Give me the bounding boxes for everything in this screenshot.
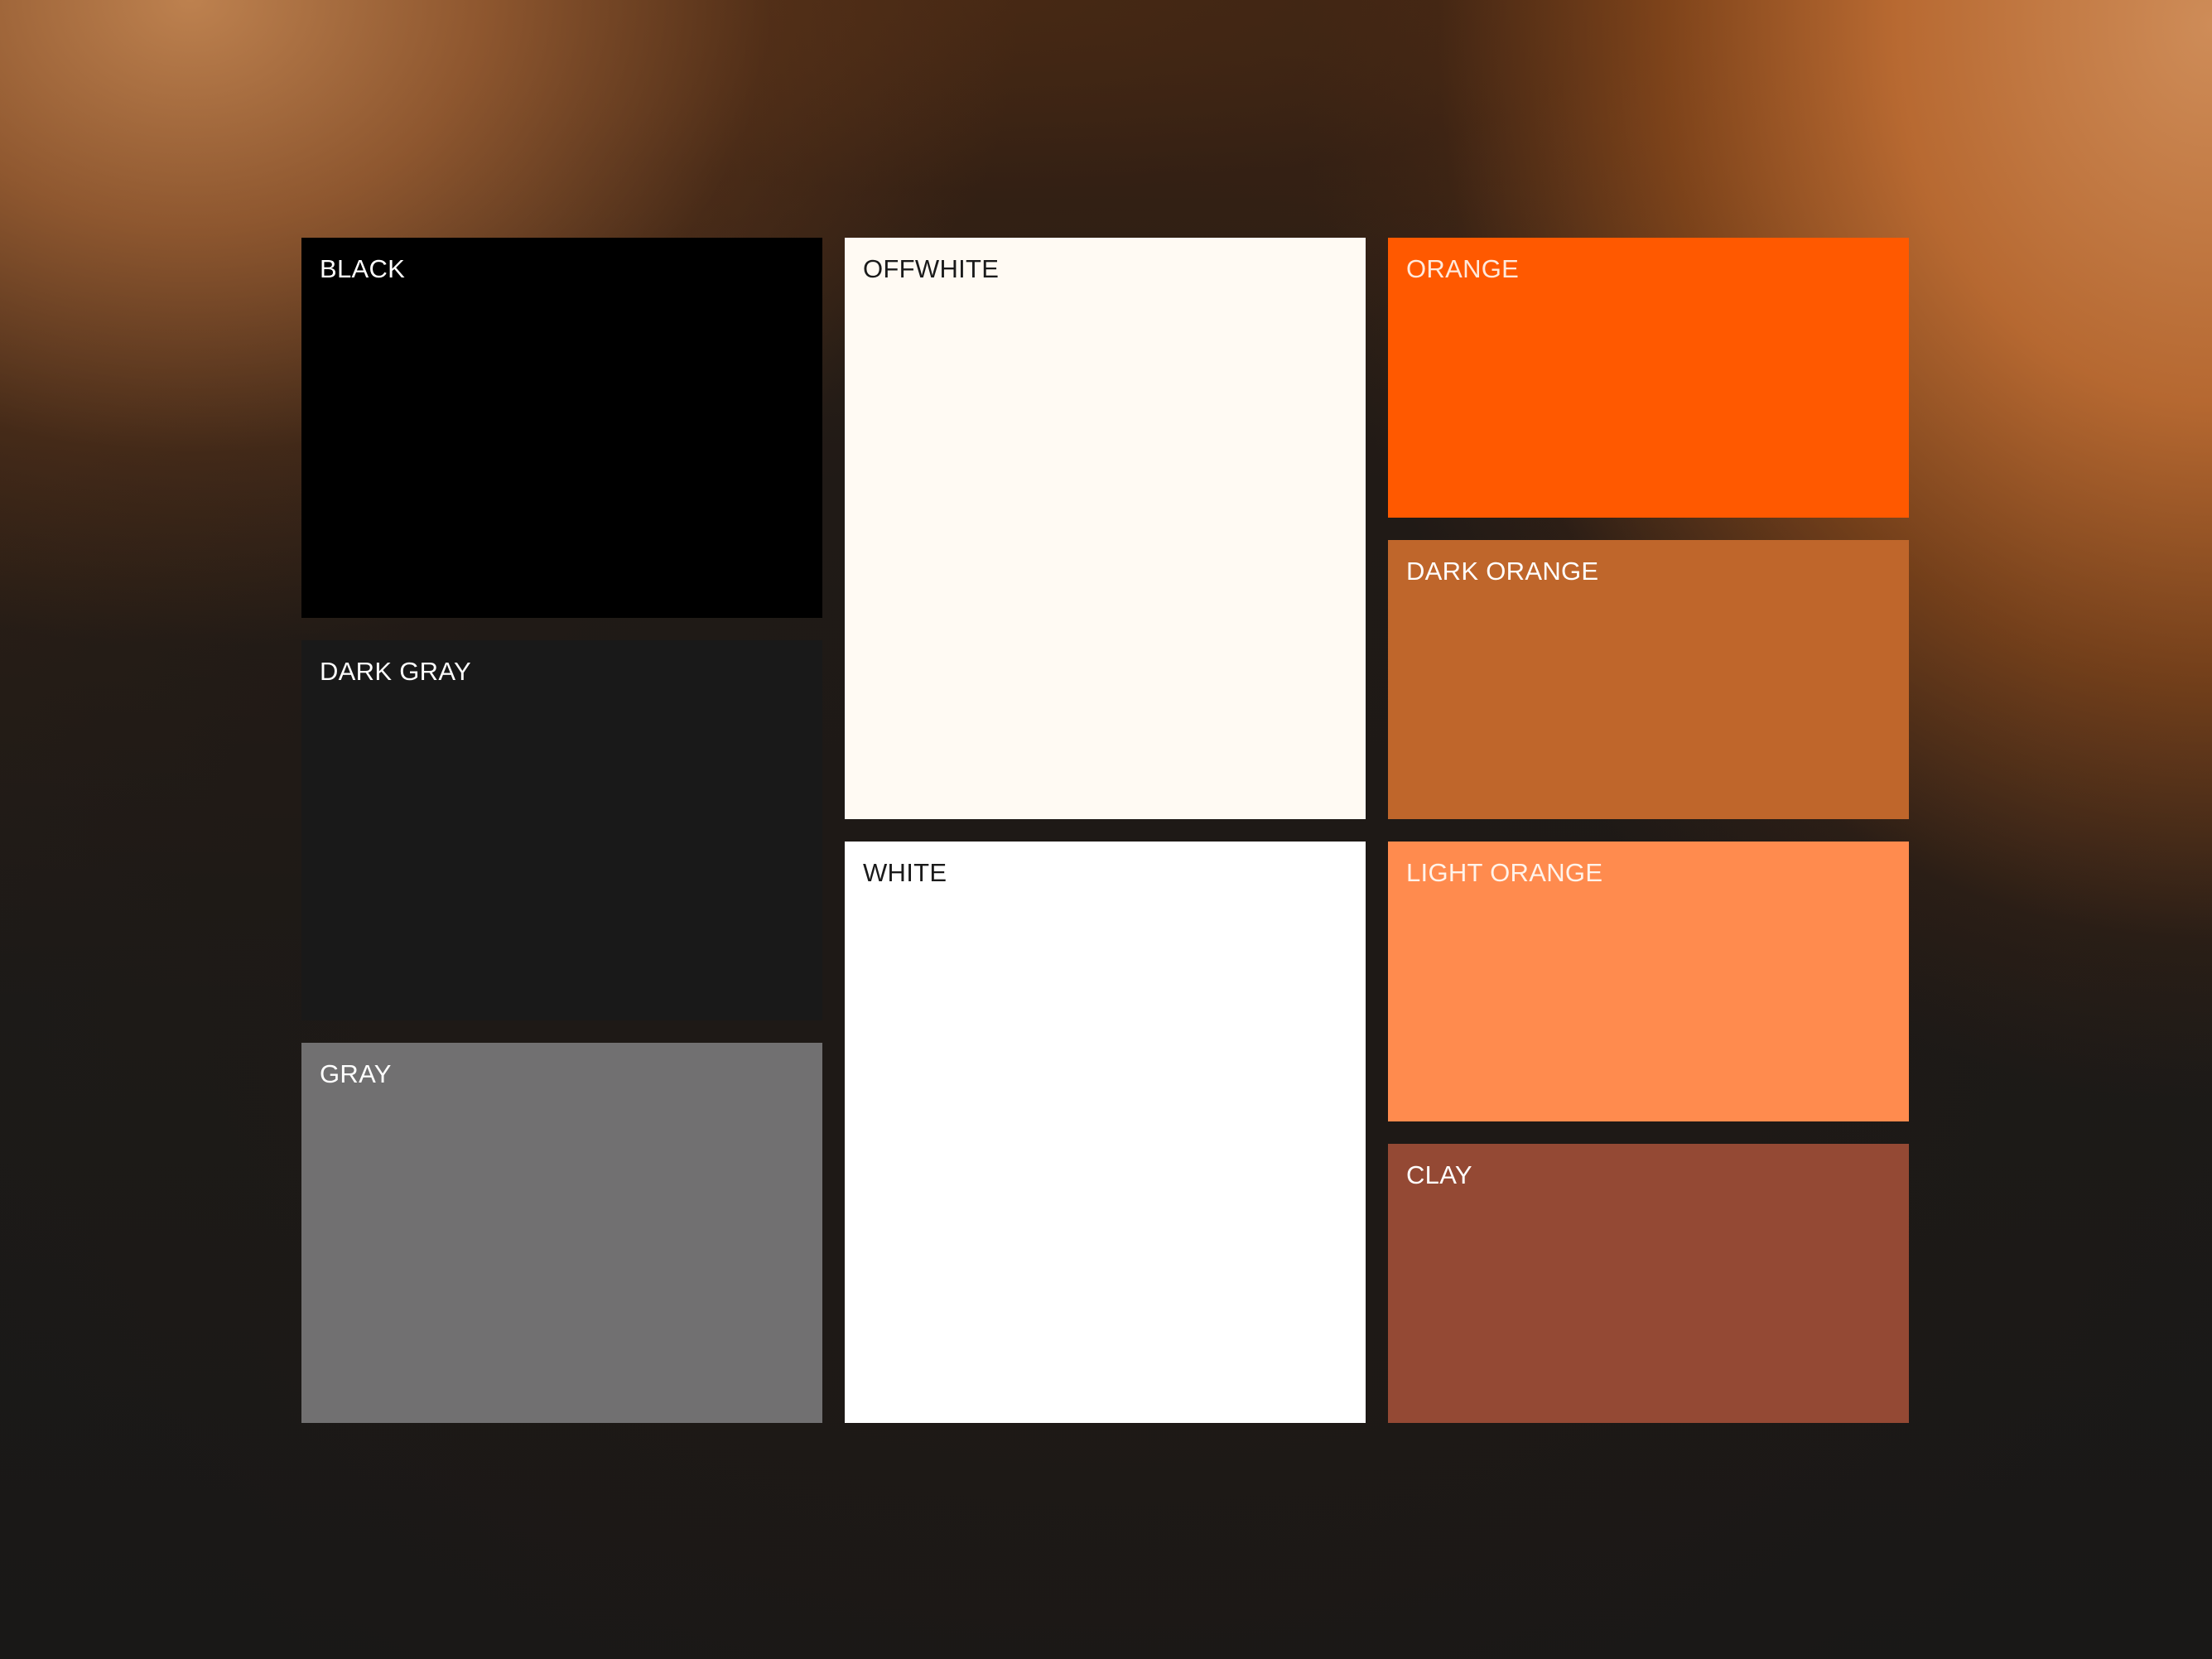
color-palette-grid: BLACK DARK GRAY GRAY OFFWHITE WHITE ORAN… — [301, 238, 1910, 1423]
swatch-label: DARK ORANGE — [1406, 556, 1599, 586]
swatch-black: BLACK — [301, 238, 822, 618]
swatch-dark-gray: DARK GRAY — [301, 640, 822, 1020]
swatch-label: LIGHT ORANGE — [1406, 858, 1603, 887]
swatch-white: WHITE — [845, 842, 1366, 1423]
palette-column-neutrals-dark: BLACK DARK GRAY GRAY — [301, 238, 822, 1423]
palette-column-oranges: ORANGE DARK ORANGE LIGHT ORANGE CLAY — [1388, 238, 1909, 1423]
swatch-label: GRAY — [320, 1059, 392, 1088]
swatch-label: OFFWHITE — [863, 254, 1000, 283]
palette-column-neutrals-light: OFFWHITE WHITE — [845, 238, 1366, 1423]
swatch-label: BLACK — [320, 254, 406, 283]
swatch-orange: ORANGE — [1388, 238, 1909, 518]
swatch-label: ORANGE — [1406, 254, 1520, 283]
swatch-label: DARK GRAY — [320, 657, 471, 686]
swatch-light-orange: LIGHT ORANGE — [1388, 842, 1909, 1121]
swatch-offwhite: OFFWHITE — [845, 238, 1366, 819]
swatch-label: WHITE — [863, 858, 947, 887]
swatch-clay: CLAY — [1388, 1143, 1909, 1423]
swatch-gray: GRAY — [301, 1043, 822, 1423]
swatch-dark-orange: DARK ORANGE — [1388, 539, 1909, 819]
swatch-label: CLAY — [1406, 1160, 1472, 1189]
